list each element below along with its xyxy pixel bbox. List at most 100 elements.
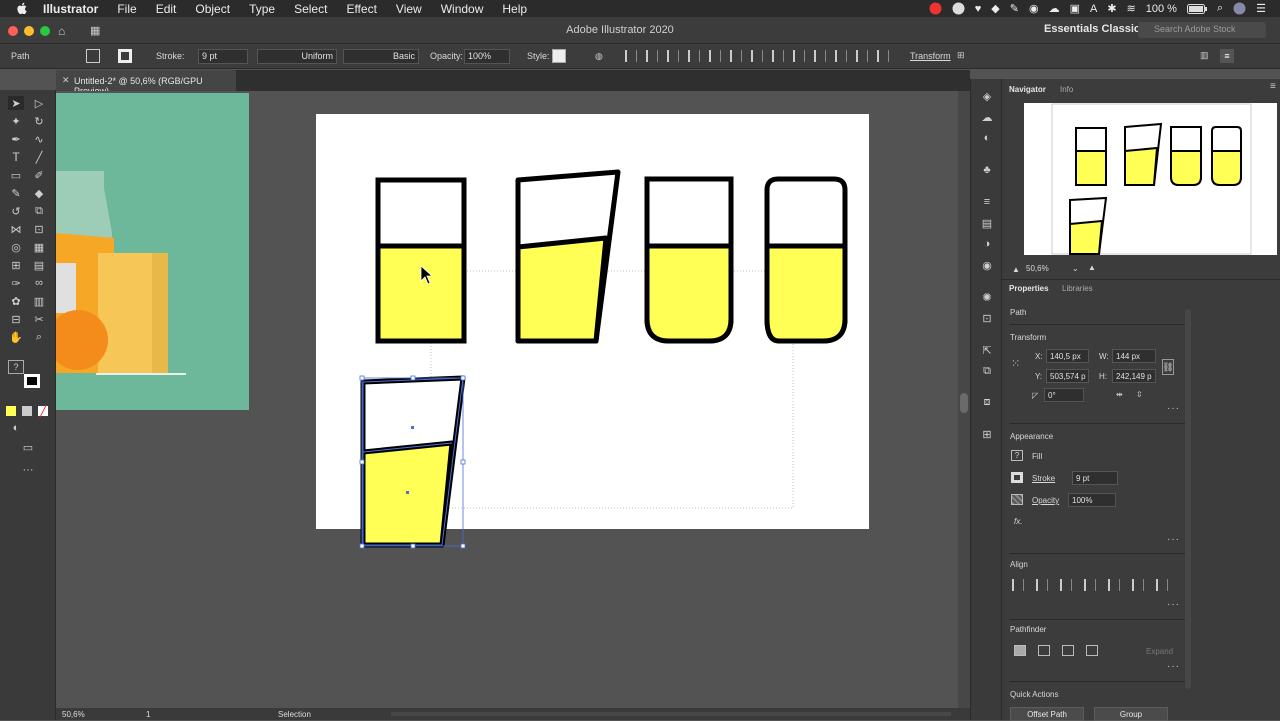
column-graph-tool-icon[interactable]: ▥ bbox=[31, 294, 47, 308]
align-top-icon[interactable] bbox=[709, 50, 721, 62]
bluetooth-icon[interactable]: ✱ bbox=[1107, 2, 1116, 15]
type-tool-icon[interactable]: T bbox=[8, 150, 24, 164]
stroke-panel-icon[interactable]: ≡ bbox=[979, 195, 995, 209]
vertical-scrollbar[interactable] bbox=[958, 91, 970, 708]
expand-button[interactable]: Expand bbox=[1146, 647, 1173, 656]
symbol-sprayer-tool-icon[interactable]: ✿ bbox=[8, 294, 24, 308]
graphic-style-swatch[interactable] bbox=[552, 49, 566, 63]
status-artboard-number[interactable]: 1 bbox=[146, 710, 150, 719]
navigator-preview[interactable] bbox=[1024, 103, 1277, 255]
properties-scrollbar[interactable] bbox=[1185, 309, 1191, 689]
align-middle-icon[interactable] bbox=[1132, 579, 1144, 591]
variable-width-profile[interactable]: Uniform bbox=[257, 49, 337, 64]
minus-front-icon[interactable] bbox=[1038, 645, 1050, 656]
shaper-tool-icon[interactable]: ✎ bbox=[8, 186, 24, 200]
layers-panel-icon[interactable]: ◈ bbox=[979, 89, 995, 103]
text-a-icon[interactable]: A bbox=[1090, 3, 1097, 15]
menu-help[interactable]: Help bbox=[502, 2, 527, 16]
menu-object[interactable]: Object bbox=[195, 2, 230, 16]
curvature-tool-icon[interactable]: ∿ bbox=[31, 132, 47, 146]
arrange-icon[interactable]: ▥ bbox=[1200, 50, 1209, 61]
perspective-grid-tool-icon[interactable]: ▦ bbox=[31, 240, 47, 254]
artboards-panel-icon[interactable]: ⧉ bbox=[979, 364, 995, 378]
color-panel-icon[interactable]: ◐ bbox=[979, 131, 995, 145]
more-options-icon[interactable]: ··· bbox=[1167, 403, 1180, 414]
eraser-tool-icon[interactable]: ◆ bbox=[31, 186, 47, 200]
scale-tool-icon[interactable]: ⧉ bbox=[31, 204, 47, 218]
unite-icon[interactable] bbox=[1014, 645, 1026, 656]
fx-icon[interactable]: fx. bbox=[1014, 517, 1022, 526]
dropbox-icon[interactable]: ◆ bbox=[991, 2, 999, 15]
more-options-icon[interactable]: ··· bbox=[1167, 534, 1180, 545]
brushes-panel-icon[interactable]: ✺ bbox=[979, 290, 995, 304]
shape-builder-tool-icon[interactable]: ◎ bbox=[8, 240, 24, 254]
stroke-weight-field[interactable]: 9 pt bbox=[198, 49, 248, 64]
battery-icon[interactable] bbox=[1186, 3, 1207, 14]
fill-color-icon[interactable]: ? bbox=[8, 360, 24, 374]
edit-toolbar-icon[interactable]: ··· bbox=[20, 463, 36, 477]
fill-swatch-icon[interactable]: ? bbox=[1011, 450, 1023, 461]
group-button[interactable]: Group bbox=[1094, 707, 1168, 721]
constrain-proportions-icon[interactable]: ⛓ bbox=[1162, 359, 1174, 375]
zoom-tool-icon[interactable]: ⌕ bbox=[31, 330, 47, 344]
stock-search-input[interactable]: Search Adobe Stock bbox=[1138, 22, 1266, 38]
symbols-panel-icon[interactable]: ♣ bbox=[979, 163, 995, 177]
align-middle-icon[interactable] bbox=[730, 50, 742, 62]
navigator-zoom-field[interactable]: 50,6% bbox=[1026, 264, 1049, 273]
rectangle-tool-icon[interactable]: ▭ bbox=[8, 168, 24, 182]
siri-icon[interactable] bbox=[1233, 2, 1246, 15]
x-position-field[interactable]: 140,5 px bbox=[1046, 349, 1089, 363]
magic-wand-tool-icon[interactable]: ✦ bbox=[8, 114, 24, 128]
artboard-tool-icon[interactable]: ⊟ bbox=[8, 312, 24, 326]
creative-cloud-icon[interactable] bbox=[929, 2, 942, 15]
direct-selection-tool-icon[interactable]: ▷ bbox=[31, 96, 47, 110]
gradient-panel-icon[interactable]: ▤ bbox=[979, 216, 995, 230]
draw-mode-icon[interactable]: ◐ bbox=[8, 421, 24, 435]
transform-link[interactable]: Transform bbox=[910, 51, 951, 61]
slice-tool-icon[interactable]: ✂ bbox=[31, 312, 47, 326]
align-top-icon[interactable] bbox=[1108, 579, 1120, 591]
gradient-mode-icon[interactable] bbox=[22, 406, 32, 416]
export-panel-icon[interactable]: ⇱ bbox=[979, 343, 995, 357]
recolor-artwork-icon[interactable]: ◍ bbox=[595, 51, 603, 62]
stroke-swatch-icon[interactable] bbox=[1011, 472, 1023, 483]
align-center-icon[interactable] bbox=[1060, 579, 1072, 591]
distribute-center-icon[interactable] bbox=[856, 50, 868, 62]
panel-menu-icon[interactable]: ≡ bbox=[1220, 49, 1234, 63]
align-to-icon[interactable] bbox=[1012, 579, 1024, 591]
cloud-icon[interactable]: ☁ bbox=[1049, 2, 1060, 15]
workspace-switcher[interactable]: Essentials Classic bbox=[1044, 23, 1140, 35]
lasso-tool-icon[interactable]: ↻ bbox=[31, 114, 47, 128]
glass-rounded-bottom[interactable] bbox=[644, 176, 734, 344]
mesh-tool-icon[interactable]: ⊞ bbox=[8, 258, 24, 272]
free-transform-tool-icon[interactable]: ⊡ bbox=[31, 222, 47, 236]
align-right-icon[interactable] bbox=[1084, 579, 1096, 591]
eyedropper-tool-icon[interactable]: ✑ bbox=[8, 276, 24, 290]
libraries-panel-icon[interactable]: ☁ bbox=[979, 110, 995, 124]
panel-menu-icon[interactable]: ≡ bbox=[1270, 81, 1277, 92]
properties-tab[interactable]: Properties bbox=[1009, 284, 1049, 293]
menu-effect[interactable]: Effect bbox=[346, 2, 376, 16]
screen-mode-icon[interactable]: ▭ bbox=[20, 440, 36, 454]
horizontal-scrollbar[interactable] bbox=[391, 712, 951, 716]
flip-vertical-icon[interactable]: ⇳ bbox=[1136, 390, 1143, 399]
brush-definition[interactable]: Basic bbox=[343, 49, 419, 64]
intersect-icon[interactable] bbox=[1062, 645, 1074, 656]
color-mode-icon[interactable] bbox=[6, 406, 16, 416]
menu-type[interactable]: Type bbox=[249, 2, 275, 16]
align-to-icon[interactable] bbox=[625, 50, 637, 62]
distribute-top-icon[interactable] bbox=[772, 50, 784, 62]
width-tool-icon[interactable]: ⋈ bbox=[8, 222, 24, 236]
document-tab[interactable]: ✕ Untitled-2* @ 50,6% (RGB/GPU Preview) bbox=[56, 70, 236, 96]
appearance-panel-icon[interactable]: ◉ bbox=[979, 258, 995, 272]
status-zoom[interactable]: 50,6% bbox=[62, 710, 85, 719]
notification-center-icon[interactable]: ☰ bbox=[1256, 2, 1266, 15]
menu-view[interactable]: View bbox=[396, 2, 422, 16]
transparency-panel-icon[interactable]: ◑ bbox=[979, 237, 995, 251]
fill-swatch[interactable] bbox=[86, 49, 100, 63]
selected-glass[interactable] bbox=[360, 375, 466, 548]
search-icon[interactable]: ⌕ bbox=[1217, 2, 1223, 15]
menu-file[interactable]: File bbox=[117, 2, 136, 16]
info-tab[interactable]: Info bbox=[1060, 85, 1073, 94]
pen-icon[interactable]: ✎ bbox=[1010, 2, 1019, 15]
